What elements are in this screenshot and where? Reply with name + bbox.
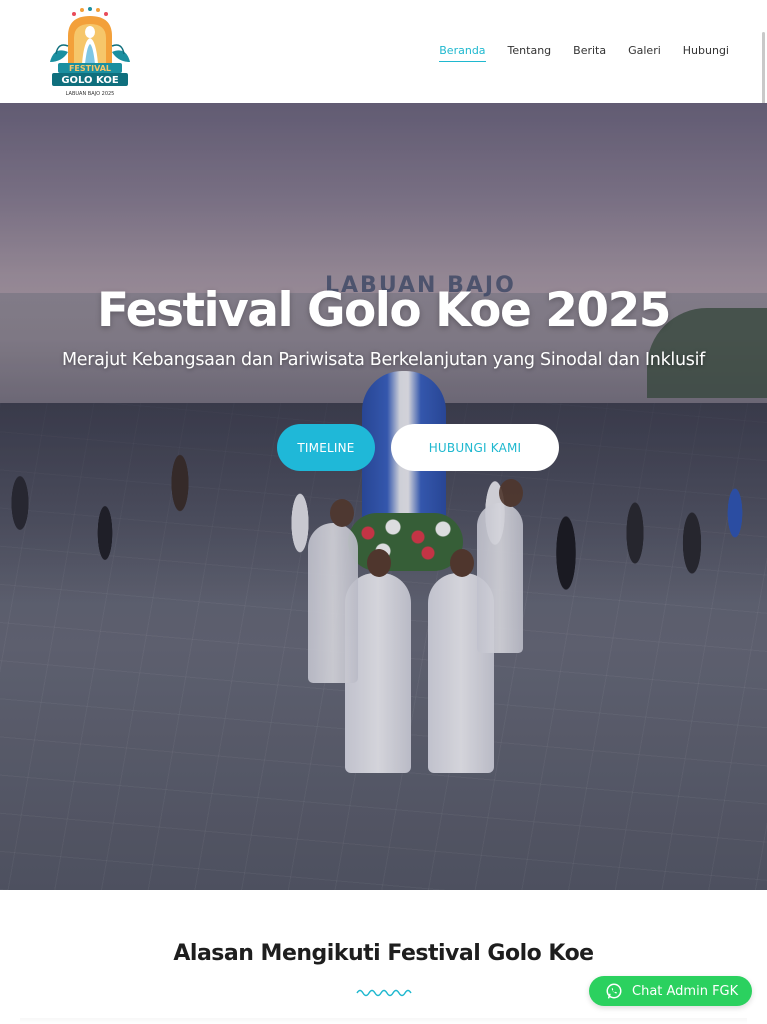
main-nav: Beranda Tentang Berita Galeri Hubungi [439,44,729,62]
chat-admin-button[interactable]: Chat Admin FGK [589,976,752,1006]
timeline-button[interactable]: TIMELINE [277,424,375,471]
nav-item-berita[interactable]: Berita [573,44,606,62]
logo-line3: LABUAN BAJO 2025 [66,91,115,97]
hero-subtitle: Merajut Kebangsaan dan Pariwisata Berkel… [61,350,706,370]
chat-admin-label: Chat Admin FGK [632,983,739,999]
nav-item-beranda[interactable]: Beranda [439,44,486,62]
section-title: Alasan Mengikuti Festival Golo Koe [173,941,594,966]
nav-item-galeri[interactable]: Galeri [628,44,661,62]
hero-section: LABUAN BAJO Festival Golo Koe 2025 Meraj… [0,103,767,890]
hero-overlay [0,103,767,890]
festival-logo[interactable]: FESTIVAL GOLO KOE LABUAN BAJO 2025 [40,6,140,98]
section-card-edge [20,1018,747,1024]
nav-item-hubungi[interactable]: Hubungi [683,44,729,62]
whatsapp-icon [606,983,622,999]
hero-title: Festival Golo Koe 2025 [96,283,672,338]
logo-line1: FESTIVAL [69,64,111,73]
nav-item-tentang[interactable]: Tentang [508,44,552,62]
wave-divider-icon [356,989,412,997]
logo-line2: GOLO KOE [61,75,119,86]
contact-us-button[interactable]: HUBUNGI KAMI [391,424,559,471]
site-header: FESTIVAL GOLO KOE LABUAN BAJO 2025 Beran… [0,0,767,103]
